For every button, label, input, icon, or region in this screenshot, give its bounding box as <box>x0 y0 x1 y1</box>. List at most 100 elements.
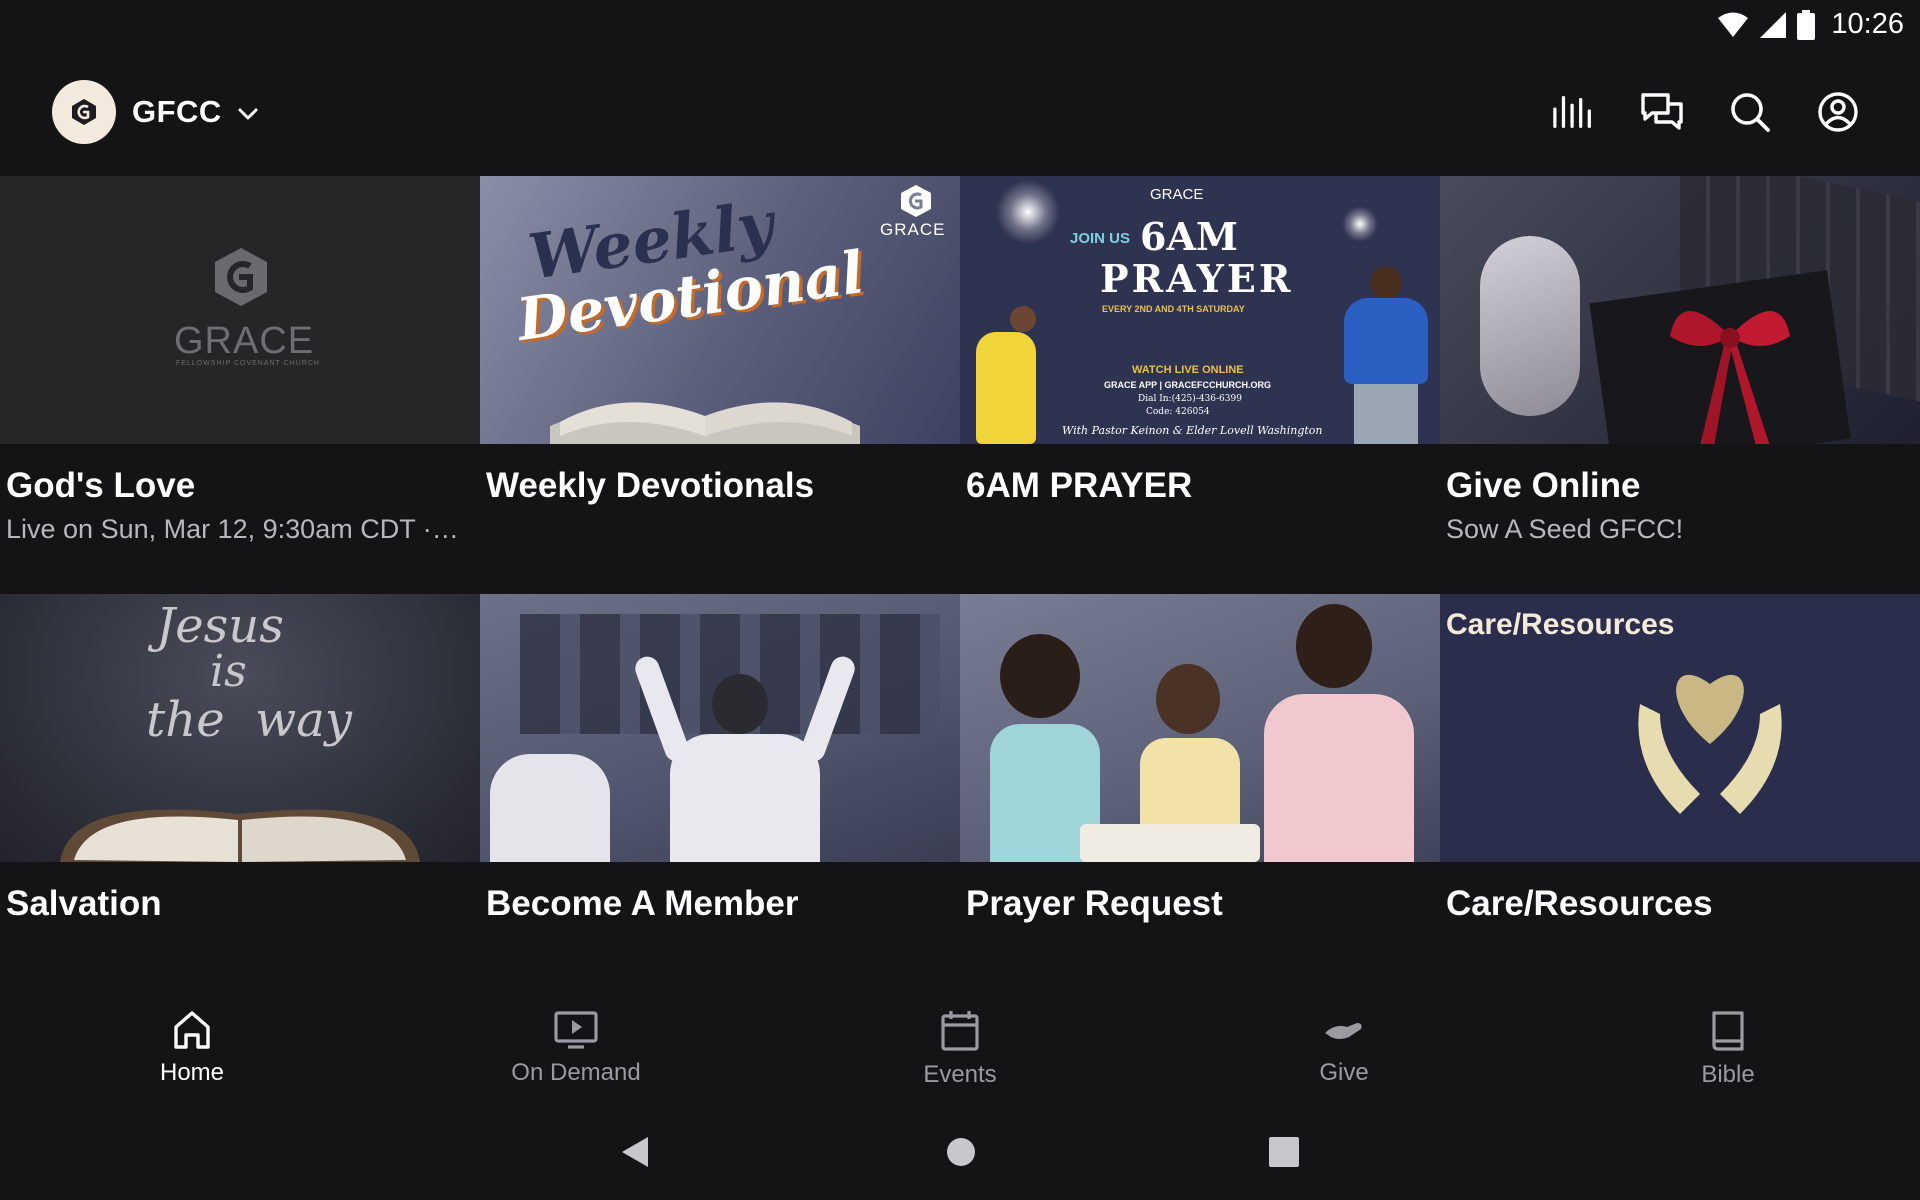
card-title: Become A Member <box>486 884 799 923</box>
tv-play-icon <box>554 1011 598 1049</box>
account-button[interactable] <box>1816 90 1860 134</box>
card-thumbnail <box>1440 176 1920 444</box>
thumb-title-text: Care/Resources <box>1446 608 1675 641</box>
chalk-line-3: the way <box>146 692 352 748</box>
thumb-schedule-text: EVERY 2ND AND 4TH SATURDAY <box>1102 304 1245 314</box>
tab-bible[interactable]: Bible <box>1536 995 1920 1105</box>
card-thumbnail <box>960 594 1440 862</box>
chalk-line-2: is <box>210 646 247 697</box>
tab-label: Home <box>159 1059 225 1086</box>
thumb-small-text: FELLOWSHIP COVENANT CHURCH <box>176 360 320 367</box>
thumb-code-text: Code: 426054 <box>1146 407 1210 417</box>
card-subtitle: Live on Sun, Mar 12, 9:30am CDT ·… <box>6 514 459 544</box>
card-6am-prayer[interactable]: GRACE JOIN US 6AM PRAYER EVERY 2ND AND 4… <box>960 176 1440 594</box>
tab-on-demand[interactable]: On Demand <box>384 995 768 1105</box>
search-button[interactable] <box>1728 90 1772 134</box>
thumb-prayer-text: PRAYER <box>1100 256 1294 301</box>
thumb-6am-text: 6AM <box>1140 214 1238 259</box>
heart-hands-icon <box>1638 674 1782 814</box>
tab-label: Give <box>1319 1059 1369 1086</box>
account-icon <box>1818 92 1858 132</box>
org-switcher[interactable]: GFCC <box>52 80 260 144</box>
org-logo <box>52 80 116 144</box>
card-prayer-request[interactable]: Prayer Request <box>960 594 1440 1012</box>
woman-figure-image <box>1250 604 1420 862</box>
woman-figure-image <box>970 306 1040 444</box>
chat-icon <box>1641 93 1683 130</box>
tab-label: Bible <box>1701 1061 1755 1088</box>
bottom-nav: Home On Demand Events Give Bible <box>0 995 1920 1105</box>
thumb-watch-text: WATCH LIVE ONLINE <box>1132 364 1244 376</box>
card-thumbnail: GRACE JOIN US 6AM PRAYER EVERY 2ND AND 4… <box>960 176 1440 444</box>
book-icon <box>1712 1011 1744 1051</box>
home-circle-icon[interactable] <box>946 1135 976 1169</box>
header-actions <box>1552 90 1860 134</box>
battery-icon <box>1797 9 1816 40</box>
status-bar: 10:26 <box>0 0 1920 48</box>
card-gods-love[interactable]: GRACE FELLOWSHIP COVENANT CHURCH God's L… <box>0 176 480 594</box>
live-audio-button[interactable] <box>1552 90 1596 134</box>
app-header: GFCC <box>0 48 1920 176</box>
light-orb <box>1342 206 1378 242</box>
grace-logo-icon <box>72 99 96 125</box>
card-title: Salvation <box>6 884 162 923</box>
grace-logo-icon <box>215 248 267 306</box>
card-thumbnail: Weekly Devotional GRACE <box>480 176 960 444</box>
thumb-with-text: With Pastor Keinon & Elder Lovell Washin… <box>1062 424 1323 437</box>
card-title: Care/Resources <box>1446 884 1713 923</box>
card-thumbnail: Jesus is the way <box>0 594 480 862</box>
card-become-member[interactable]: Become A Member <box>480 594 960 1012</box>
status-icons: 10:26 <box>1717 8 1904 41</box>
hand-give-icon <box>1325 1023 1362 1039</box>
worshipper-figure-image <box>631 653 859 862</box>
tab-home[interactable]: Home <box>0 995 384 1105</box>
card-title: Give Online <box>1446 466 1641 505</box>
search-icon <box>1731 93 1770 132</box>
tab-label: Events <box>923 1061 997 1088</box>
chevron-down-icon <box>238 108 258 120</box>
thumb-join-text: JOIN US <box>1070 230 1131 247</box>
open-bible-image <box>1080 824 1260 862</box>
card-title: Prayer Request <box>966 884 1223 923</box>
grace-logo-icon <box>901 185 931 217</box>
recents-icon[interactable] <box>1268 1135 1300 1169</box>
thumb-app-text: GRACE APP | GRACEFCCHURCH.ORG <box>1104 380 1272 390</box>
status-time: 10:26 <box>1831 8 1904 40</box>
signal-icon <box>1760 11 1787 38</box>
grid-row: GRACE FELLOWSHIP COVENANT CHURCH God's L… <box>0 176 1920 594</box>
home-icon <box>174 1011 210 1049</box>
card-give-online[interactable]: Give Online Sow A Seed GFCC! <box>1440 176 1920 594</box>
thumb-brand-text: GRACE <box>880 220 946 239</box>
card-title: God's Love <box>6 466 196 505</box>
thumb-brand-text: GRACE <box>174 320 315 362</box>
system-nav-bar <box>0 1105 1920 1200</box>
ribbon-bow-image <box>1670 311 1790 444</box>
card-thumbnail <box>480 594 960 862</box>
light-orb <box>996 180 1060 244</box>
chat-button[interactable] <box>1640 90 1684 134</box>
card-weekly-devotionals[interactable]: Weekly Devotional GRACE Weekly Devotiona… <box>480 176 960 594</box>
man-figure-image <box>1330 266 1440 444</box>
tab-events[interactable]: Events <box>768 995 1152 1105</box>
bars-icon <box>1553 96 1591 128</box>
thumb-dial-text: Dial In:(425)-436-6399 <box>1138 394 1242 404</box>
card-title: Weekly Devotionals <box>486 466 815 505</box>
calendar-icon <box>941 1011 979 1051</box>
grid-row: Jesus is the way Salvation Become A Memb… <box>0 594 1920 1012</box>
seated-figure-image <box>490 754 610 862</box>
thumb-brand-text: GRACE <box>1150 186 1204 203</box>
card-thumbnail: GRACE FELLOWSHIP COVENANT CHURCH <box>0 176 480 444</box>
card-title: 6AM PRAYER <box>966 466 1193 505</box>
card-thumbnail: Care/Resources <box>1440 594 1920 862</box>
back-icon[interactable] <box>620 1135 650 1169</box>
card-care-resources[interactable]: Care/Resources Care/Resources <box>1440 594 1920 1012</box>
wifi-icon <box>1718 12 1749 37</box>
content-grid: GRACE FELLOWSHIP COVENANT CHURCH God's L… <box>0 176 1920 1012</box>
card-subtitle: Sow A Seed GFCC! <box>1446 514 1684 544</box>
mouse-image <box>1480 236 1580 416</box>
open-bible-image <box>60 809 420 862</box>
tab-give[interactable]: Give <box>1152 995 1536 1105</box>
tab-label: On Demand <box>511 1059 641 1086</box>
card-salvation[interactable]: Jesus is the way Salvation <box>0 594 480 1012</box>
org-name: GFCC <box>132 94 222 129</box>
